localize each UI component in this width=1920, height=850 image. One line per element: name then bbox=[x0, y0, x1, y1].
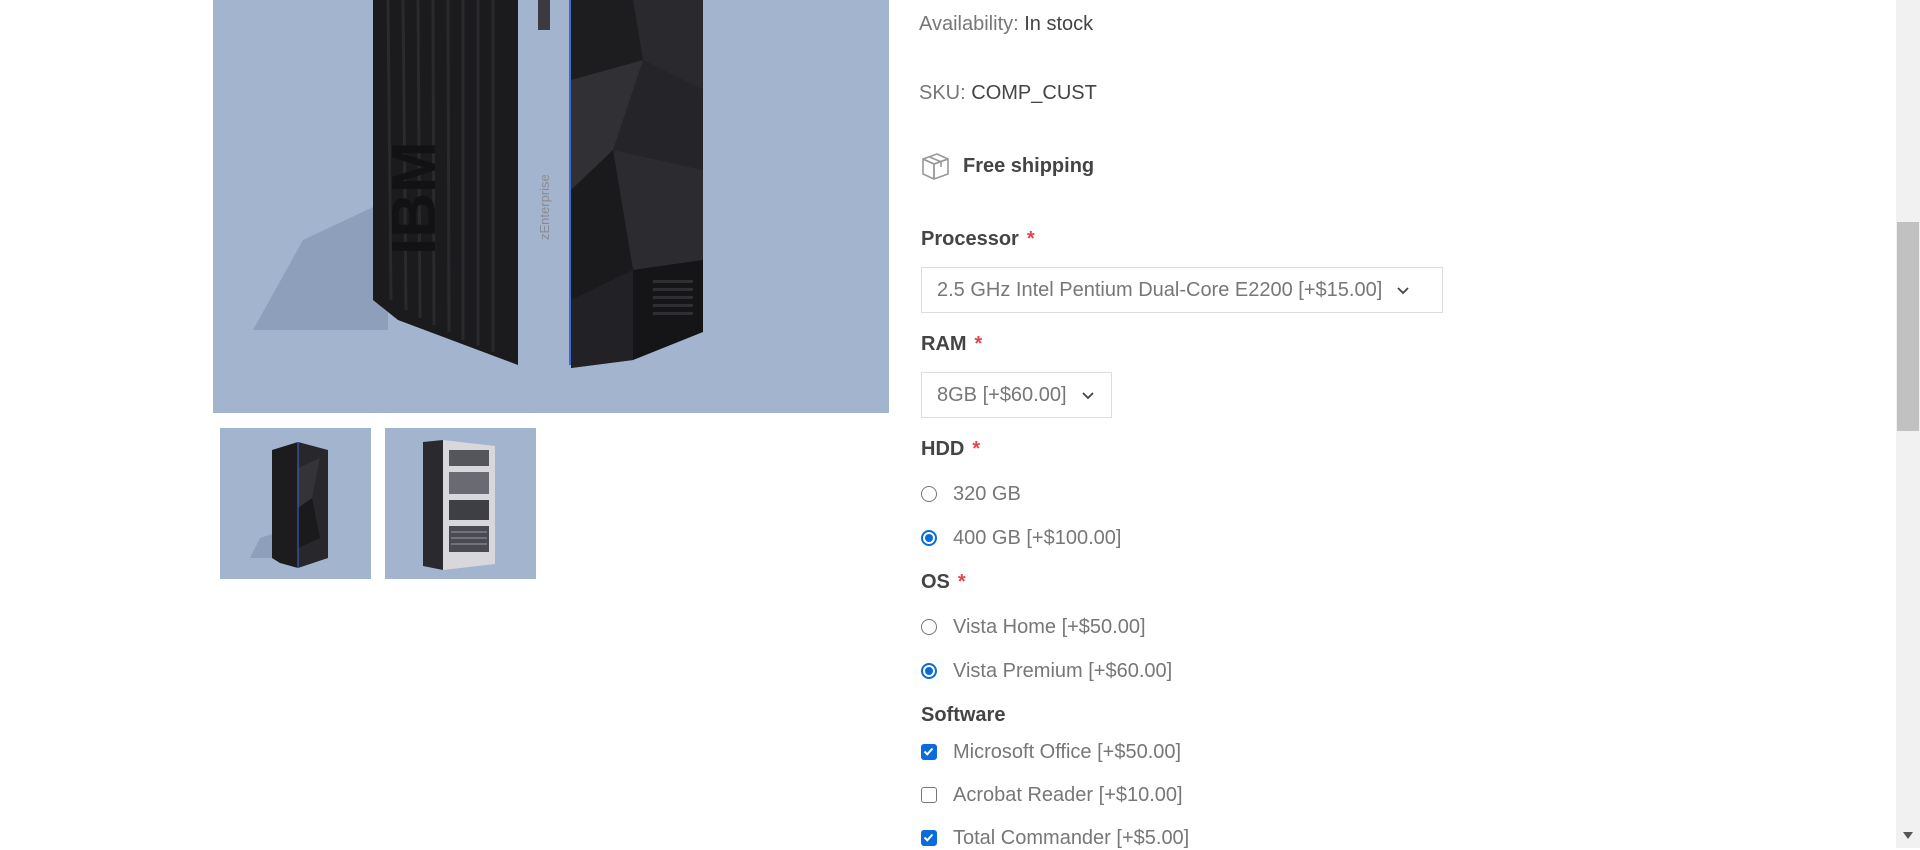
sku: SKU: COMP_CUST bbox=[919, 82, 1097, 105]
software-option-label: Microsoft Office [+$50.00] bbox=[953, 740, 1182, 763]
availability: Availability: In stock bbox=[919, 13, 1093, 36]
scroll-down-arrow-icon[interactable] bbox=[1903, 832, 1913, 840]
required-mark: * bbox=[1026, 228, 1035, 250]
os-option-label: Vista Premium [+$60.00] bbox=[953, 659, 1173, 682]
required-mark: * bbox=[972, 438, 981, 460]
hdd-option-label: 320 GB bbox=[953, 482, 1021, 505]
software-option-acrobat-reader[interactable]: Acrobat Reader [+$10.00] bbox=[921, 783, 1183, 807]
software-checkbox-microsoft-office[interactable] bbox=[921, 744, 937, 760]
ram-label: RAM * bbox=[921, 333, 982, 356]
thumbnail-interior[interactable] bbox=[385, 428, 536, 579]
hdd-radio-400gb[interactable] bbox=[921, 530, 937, 546]
main-product-image[interactable]: IBM zEnterprise bbox=[213, 0, 889, 413]
software-checkbox-acrobat-reader[interactable] bbox=[921, 787, 937, 803]
required-mark: * bbox=[957, 571, 966, 593]
os-option-vista-home[interactable]: Vista Home [+$50.00] bbox=[921, 615, 1146, 639]
sku-value: COMP_CUST bbox=[971, 82, 1097, 104]
package-box-icon bbox=[919, 150, 951, 182]
thumbnail-front[interactable] bbox=[220, 428, 371, 579]
hdd-option-320gb[interactable]: 320 GB bbox=[921, 482, 1021, 506]
availability-value: In stock bbox=[1024, 13, 1094, 35]
ibm-logo-text: IBM bbox=[380, 141, 449, 255]
sku-label: SKU: bbox=[919, 82, 966, 104]
hdd-label-text: HDD bbox=[921, 438, 965, 460]
hdd-option-label: 400 GB [+$100.00] bbox=[953, 526, 1122, 549]
processor-label: Processor * bbox=[921, 228, 1035, 251]
ram-select[interactable]: 8GB [+$60.00] bbox=[921, 372, 1112, 418]
free-shipping-label: Free shipping bbox=[963, 154, 1095, 177]
software-checkbox-total-commander[interactable] bbox=[921, 830, 937, 846]
hdd-radio-320gb[interactable] bbox=[921, 486, 937, 502]
chevron-down-icon bbox=[1081, 392, 1094, 400]
ram-label-text: RAM bbox=[921, 333, 967, 355]
os-option-label: Vista Home [+$50.00] bbox=[953, 615, 1146, 638]
ram-selected-value: 8GB [+$60.00] bbox=[937, 383, 1067, 406]
software-option-label: Acrobat Reader [+$10.00] bbox=[953, 783, 1183, 806]
os-label-text: OS bbox=[921, 571, 950, 593]
os-label: OS * bbox=[921, 571, 966, 594]
os-radio-vista-home[interactable] bbox=[921, 619, 937, 635]
processor-label-text: Processor bbox=[921, 228, 1019, 250]
free-shipping: Free shipping bbox=[919, 148, 1094, 184]
software-option-microsoft-office[interactable]: Microsoft Office [+$50.00] bbox=[921, 740, 1181, 764]
software-option-total-commander[interactable]: Total Commander [+$5.00] bbox=[921, 826, 1189, 850]
hdd-label: HDD * bbox=[921, 438, 980, 461]
chevron-down-icon bbox=[1397, 287, 1409, 295]
processor-select[interactable]: 2.5 GHz Intel Pentium Dual-Core E2200 [+… bbox=[921, 267, 1443, 313]
os-radio-vista-premium[interactable] bbox=[921, 663, 937, 679]
software-option-label: Total Commander [+$5.00] bbox=[953, 826, 1190, 849]
model-label-text: zEnterprise bbox=[537, 174, 552, 240]
required-mark: * bbox=[974, 333, 983, 355]
software-label: Software bbox=[921, 704, 1005, 727]
hdd-option-400gb[interactable]: 400 GB [+$100.00] bbox=[921, 526, 1121, 550]
scrollbar-thumb[interactable] bbox=[1897, 222, 1919, 431]
software-label-text: Software bbox=[921, 704, 1006, 726]
processor-selected-value: 2.5 GHz Intel Pentium Dual-Core E2200 [+… bbox=[937, 278, 1383, 301]
os-option-vista-premium[interactable]: Vista Premium [+$60.00] bbox=[921, 659, 1172, 683]
availability-label: Availability: bbox=[919, 13, 1019, 35]
